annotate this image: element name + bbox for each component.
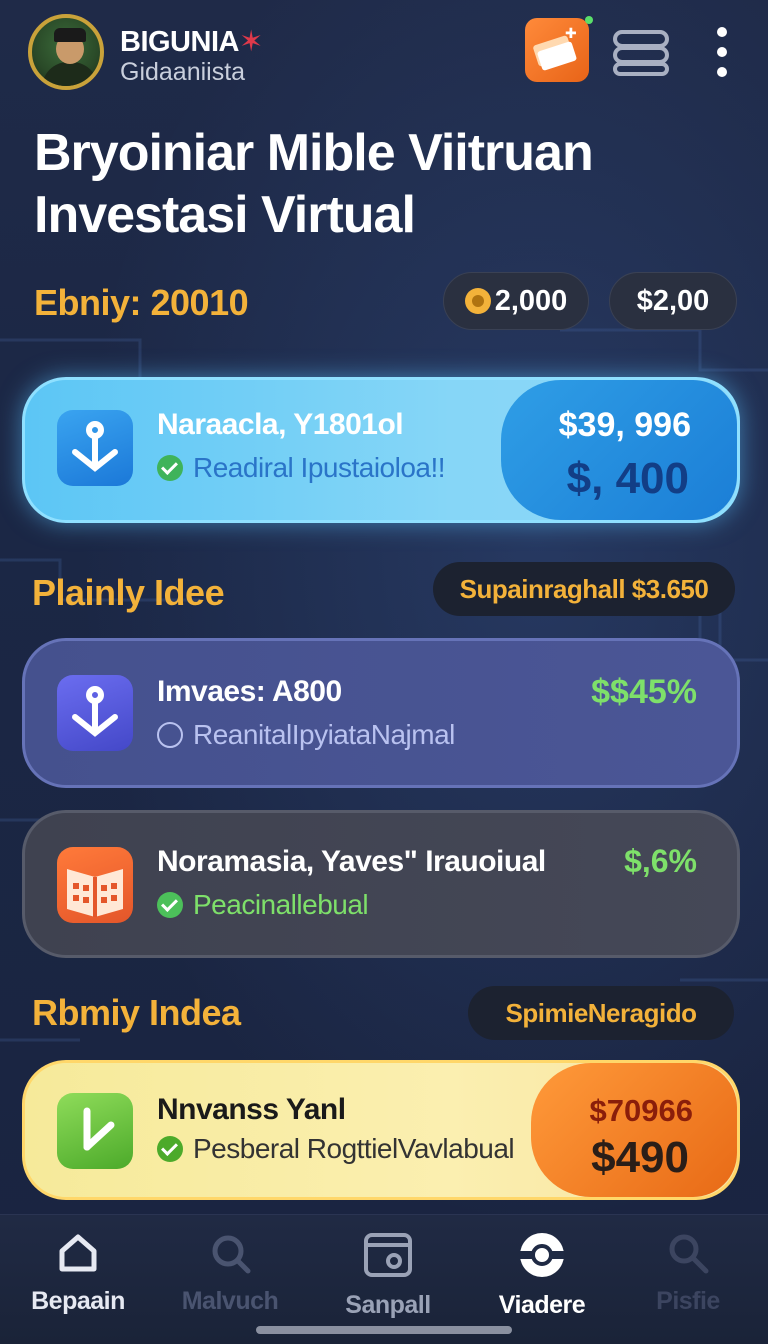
coin-icon [464, 288, 491, 314]
coins-value: 2,000 [494, 285, 568, 317]
investment-card-4[interactable]: Nnvanss Yanl Pesberal RogttielVavlabual … [22, 1060, 740, 1200]
card1-amount-top: $39, 996 [558, 406, 691, 444]
card1-subtitle: Readiral Ipustaioloa!! [157, 452, 446, 484]
home-indicator[interactable] [256, 1326, 512, 1334]
check-icon [157, 455, 183, 481]
search-icon [212, 1235, 251, 1274]
card2-percent: $$45% [591, 673, 697, 711]
info-icon [157, 722, 183, 748]
avatar[interactable] [28, 14, 104, 90]
nav-item-target[interactable]: Viadere [472, 1229, 612, 1329]
nav-label-target: Viadere [498, 1291, 586, 1319]
anchor-icon [57, 675, 133, 751]
card4-subtitle: Pesberal RogttielVavlabual [157, 1133, 515, 1165]
download-icon [57, 1093, 133, 1169]
card2-title: Imvaes: A800 [157, 675, 342, 708]
orange-cards-icon[interactable]: ✚ [525, 16, 593, 82]
stack-icon[interactable] [611, 18, 675, 82]
user-name-mark: ✶ [238, 26, 263, 58]
page-title: Bryoiniar Mible Viitruan Investasi Virtu… [34, 122, 734, 246]
card4-amount-main: $490 [591, 1133, 689, 1182]
home-icon [59, 1234, 97, 1272]
app-screen: BIGUNIA✶ Gidaaniista ✚ Bryoiniar Mible V… [0, 0, 768, 1344]
card4-amount-top: $70966 [589, 1093, 693, 1128]
nav-label-home: Bepaain [31, 1287, 125, 1315]
nav-label-wallet: Sanpall [345, 1291, 431, 1319]
card3-title: Noramasia, Yaves" Irauoiual [157, 845, 546, 878]
section-tag-2[interactable]: SpimieNeragido [468, 986, 734, 1040]
section-tag-1[interactable]: Supainraghall $3.650 [433, 562, 735, 616]
user-name: BIGUNIA✶ [120, 26, 263, 58]
investment-card-3[interactable]: Noramasia, Yaves" Irauoiual Peacinallebu… [22, 810, 740, 958]
card2-subtitle: ReanitalIpyiataNajmal [157, 719, 455, 751]
cash-pill[interactable]: $2,00 [609, 272, 737, 330]
section-label-1: Plainly Idee [32, 572, 225, 613]
page-title-line2: Investasi Virtual [34, 186, 416, 244]
card4-title: Nnvanss Yanl [157, 1093, 346, 1126]
wallet-icon [364, 1233, 412, 1277]
check-icon [157, 892, 183, 918]
investment-card-1[interactable]: Naraacla, Y1801ol Readiral Ipustaioloa!!… [22, 377, 740, 523]
investment-card-2[interactable]: Imvaes: A800 ReanitalIpyiataNajmal $$45% [22, 638, 740, 788]
card3-subtitle: Peacinallebual [157, 889, 369, 921]
user-subtitle: Gidaaniista [120, 58, 246, 86]
nav-item-profile[interactable]: Pisfie [618, 1229, 758, 1329]
nav-label-profile: Pisfie [656, 1287, 720, 1315]
app-header: BIGUNIA✶ Gidaaniista ✚ [28, 14, 740, 94]
anchor-icon [57, 410, 133, 486]
card1-title: Naraacla, Y1801ol [157, 408, 404, 441]
more-vertical-icon[interactable] [704, 18, 740, 82]
nav-item-search[interactable]: Malvuch [160, 1229, 300, 1329]
target-icon [520, 1233, 564, 1277]
coins-pill[interactable]: 2,000 [443, 272, 589, 330]
profile-search-icon [669, 1234, 709, 1274]
card3-percent: $,6% [624, 843, 697, 879]
check-icon [157, 1136, 183, 1162]
svg-text:✚: ✚ [565, 26, 577, 42]
nav-label-search: Malvuch [181, 1287, 279, 1315]
balance-label: Ebniy: 20010 [34, 282, 249, 323]
section-label-2: Rbmiy Indea [32, 992, 241, 1033]
card1-amount-main: $, 400 [566, 454, 689, 503]
page-title-line1: Bryoiniar Mible Viitruan [34, 124, 594, 182]
nav-item-home[interactable]: Bepaain [8, 1229, 148, 1329]
bottom-nav: Bepaain Malvuch Sanpall Viadere Pisfie [0, 1214, 768, 1344]
book-icon [57, 847, 133, 923]
nav-item-wallet[interactable]: Sanpall [318, 1229, 458, 1329]
